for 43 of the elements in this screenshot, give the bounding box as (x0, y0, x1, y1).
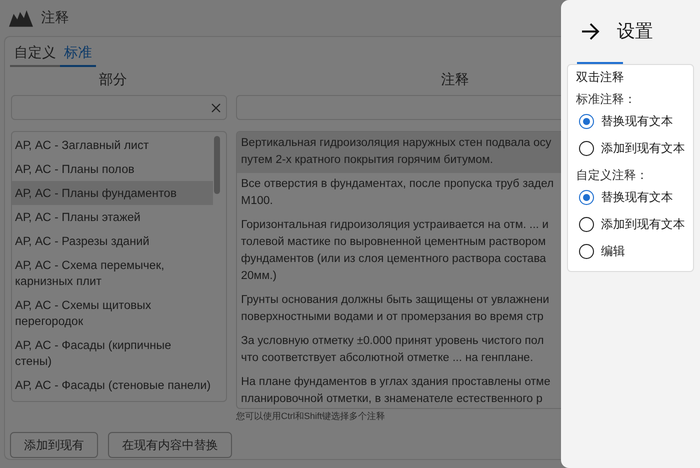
list-item[interactable]: АР, АС - Схемы щитовых перегородок (12, 293, 213, 333)
option-label: 添加到现有文本 (601, 216, 685, 233)
section-title: 双击注释 (576, 69, 625, 86)
window-title: 注释 (41, 9, 69, 27)
radio-button[interactable] (579, 141, 594, 156)
list-item[interactable]: АР, АС - Планы этажей (12, 205, 213, 229)
hint-text: 您可以使用Ctrl和Shift键选择多个注释 (236, 410, 386, 423)
column-header: 部分 (98, 71, 128, 89)
group-label: 标准注释： (576, 91, 637, 108)
note-item[interactable]: Горизонтальная гидроизоляция устраивается на отм. ... и толевой мастике по выровненной цементным раствором фундаментов (или из слоя цементного раствора состава 20мм.) (237, 214, 561, 289)
list-item[interactable]: АР, АС - Заглавный лист (12, 133, 213, 157)
note-item[interactable]: Все отверстия в фундаментах, после пропуска труб задел М100. (237, 173, 561, 214)
option-label: 替换现有文本 (601, 189, 673, 206)
panel-title: 设置 (617, 20, 653, 43)
radio-button[interactable] (579, 244, 594, 259)
column-header: 注释 (440, 71, 470, 89)
group-label: 自定义注释： (576, 167, 649, 184)
radio-button[interactable] (579, 114, 594, 129)
scrollbar-thumb[interactable] (214, 136, 220, 194)
option-label: 添加到现有文本 (601, 140, 685, 157)
list-item[interactable]: АР, АС - Планы фундаментов (12, 181, 213, 205)
note-item[interactable]: Грунты основания должны быть защищены от увлажнени поверхностными водами и от промерзания во время стр (237, 289, 561, 330)
tab[interactable]: 自定义 (10, 41, 60, 67)
list-item[interactable]: АР, АС - Фасады (кирпичные стены) (12, 333, 213, 373)
note-item[interactable]: Вертикальная гидроизоляция наружных стен подвала осу путем 2-х кратного покрытия горячим битумом. (237, 132, 561, 173)
radio-button[interactable] (579, 217, 594, 232)
list-item[interactable]: АР, АС - Схема перемычек, карнизных плит (12, 253, 213, 293)
option-label: 编辑 (601, 243, 625, 260)
radio-button[interactable] (579, 190, 594, 205)
search-field[interactable] (11, 95, 227, 120)
clear-icon[interactable] (211, 102, 221, 112)
tab[interactable]: 标准 (60, 41, 96, 67)
list-item[interactable]: АР, АС - Фасады (стеновые панели) (12, 373, 213, 397)
list-item[interactable]: АР, АС - Разрезы зданий (12, 229, 213, 253)
action-button[interactable]: 在现有内容中替换 (108, 432, 232, 458)
logo-icon (9, 10, 33, 26)
arrow-right-icon[interactable] (581, 22, 600, 40)
list-item[interactable]: АР, АС - Планы полов (12, 157, 213, 181)
search-field[interactable] (236, 95, 561, 120)
note-item[interactable]: На плане фундаментов в углах здания проставлены отме планировочной отметки, в знаменателе естественного р (237, 371, 561, 408)
option-label: 替换现有文本 (601, 113, 673, 130)
note-item[interactable]: За условную отметку ±0.000 принят уровень чистого пол что соответствует абсолютной отметке ... на генплане. (237, 330, 561, 371)
action-button[interactable]: 添加到现有 (10, 432, 98, 458)
